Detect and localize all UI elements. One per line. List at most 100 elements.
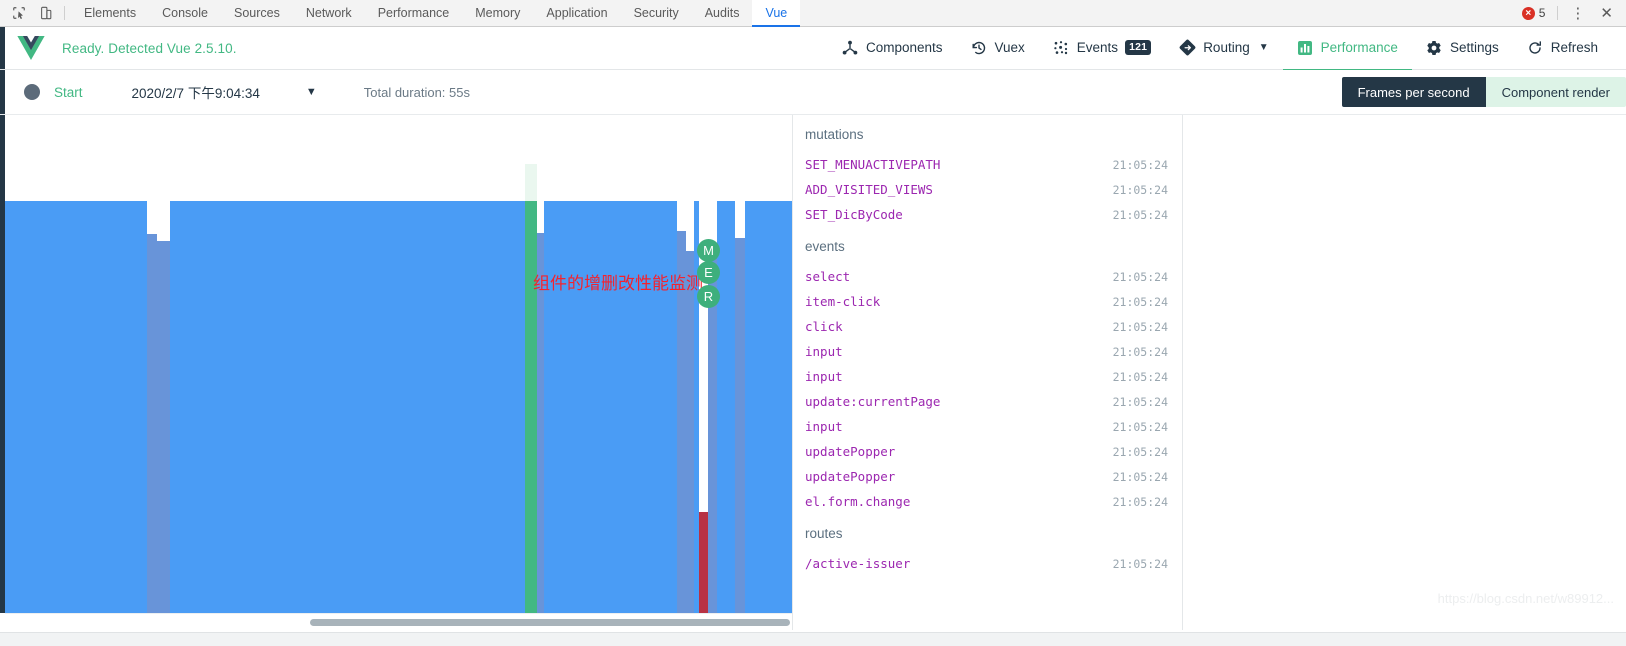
vue-nav-performance[interactable]: Performance: [1282, 27, 1412, 71]
timeline-marker-event[interactable]: E: [697, 261, 720, 284]
error-count-value: 5: [1538, 6, 1546, 20]
timeline-marker-route[interactable]: R: [697, 285, 720, 308]
list-item[interactable]: input 21:05:24: [793, 364, 1182, 389]
chart-horizontal-scrollbar[interactable]: [5, 613, 792, 630]
devtools-tab-audits[interactable]: Audits: [692, 0, 753, 27]
section-title-events: events: [805, 239, 845, 254]
vue-nav-refresh[interactable]: Refresh: [1513, 27, 1612, 71]
devtools-tab-elements[interactable]: Elements: [71, 0, 149, 27]
fps-bar[interactable]: [699, 512, 708, 613]
nav-label: Performance: [1320, 40, 1398, 55]
entry-name: input: [805, 419, 843, 434]
entry-timestamp: 21:05:24: [1112, 183, 1168, 197]
list-item[interactable]: ADD_VISITED_VIEWS 21:05:24: [793, 177, 1182, 202]
fps-bar[interactable]: [745, 201, 792, 613]
performance-sub-toolbar: Start 2020/2/7 下午9:04:34 ▼ Total duratio…: [0, 70, 1626, 115]
error-count-badge[interactable]: × 5: [1521, 6, 1546, 20]
fps-bar[interactable]: [157, 241, 170, 613]
gear-icon: [1426, 39, 1443, 56]
vue-nav-components[interactable]: Components: [828, 27, 957, 71]
entry-timestamp: 21:05:24: [1112, 470, 1168, 484]
fps-bar[interactable]: [170, 201, 525, 613]
list-item[interactable]: SET_DicByCode 21:05:24: [793, 202, 1182, 227]
vuex-time-travel-icon: [971, 39, 988, 56]
fps-bar[interactable]: [645, 201, 677, 613]
vue-devtools-header: Ready. Detected Vue 2.5.10. Components V…: [0, 27, 1626, 71]
vue-nav-vuex[interactable]: Vuex: [957, 27, 1039, 71]
kebab-menu-icon[interactable]: ⋮: [1567, 6, 1588, 21]
fps-bar[interactable]: [5, 201, 147, 613]
entry-name: SET_MENUACTIVEPATH: [805, 157, 941, 172]
devtools-tab-console[interactable]: Console: [149, 0, 221, 27]
vue-nav-events[interactable]: Events 121: [1039, 27, 1165, 71]
entry-name: update:currentPage: [805, 394, 941, 409]
entry-timestamp: 21:05:24: [1112, 270, 1168, 284]
chevron-down-icon[interactable]: ▼: [306, 86, 317, 98]
chevron-down-icon[interactable]: ▼: [1259, 42, 1269, 53]
entry-name: el.form.change: [805, 494, 911, 509]
tab-label: Audits: [704, 5, 740, 20]
devtools-tab-vue[interactable]: Vue: [752, 0, 801, 27]
fps-bar[interactable]: [735, 238, 745, 613]
entry-timestamp: 21:05:24: [1112, 445, 1168, 459]
vue-nav-settings[interactable]: Settings: [1412, 27, 1513, 71]
list-item[interactable]: item-click 21:05:24: [793, 289, 1182, 314]
list-item[interactable]: /active-issuer 21:05:24: [793, 551, 1182, 576]
nav-label: Settings: [1449, 40, 1499, 55]
section-title-mutations: mutations: [805, 127, 864, 142]
close-icon[interactable]: ✕: [1597, 6, 1616, 21]
device-toolbar-icon[interactable]: [37, 5, 54, 22]
tab-label: Vue: [765, 5, 788, 20]
entry-name: input: [805, 369, 843, 384]
inspect-element-icon[interactable]: [10, 5, 27, 22]
events-scatter-icon: [1053, 39, 1070, 56]
devtools-tabs: Elements Console Sources Network Perform…: [71, 0, 1522, 27]
fps-bar[interactable]: [544, 201, 645, 613]
performance-bars-icon: [1297, 39, 1314, 56]
fps-bar[interactable]: [147, 234, 157, 613]
session-select[interactable]: 2020/2/7 下午9:04:34 ▼: [132, 82, 317, 102]
entry-name: /active-issuer: [805, 556, 911, 571]
list-item[interactable]: input 21:05:24: [793, 414, 1182, 439]
list-item[interactable]: click 21:05:24: [793, 314, 1182, 339]
entry-name: updatePopper: [805, 444, 896, 459]
devtools-tab-security[interactable]: Security: [621, 0, 692, 27]
list-item[interactable]: updatePopper 21:05:24: [793, 464, 1182, 489]
nav-label: Events: [1076, 40, 1119, 55]
entry-name: click: [805, 319, 843, 334]
list-item[interactable]: update:currentPage 21:05:24: [793, 389, 1182, 414]
list-item[interactable]: el.form.change 21:05:24: [793, 489, 1182, 514]
vue-status-text: Ready. Detected Vue 2.5.10.: [62, 40, 237, 56]
timeline-marker-mutation[interactable]: M: [697, 239, 720, 262]
events-sidebar[interactable]: mutations SET_MENUACTIVEPATH 21:05:24 ADD_V…: [793, 115, 1183, 630]
devtools-tab-memory[interactable]: Memory: [462, 0, 533, 27]
total-duration-label: Total duration: 55s: [363, 84, 470, 100]
entry-timestamp: 21:05:24: [1112, 495, 1168, 509]
fps-bar[interactable]: [686, 251, 694, 613]
nav-label: Vuex: [994, 40, 1025, 55]
tab-label: Elements: [84, 5, 137, 20]
entry-name: updatePopper: [805, 469, 896, 484]
scrollbar-thumb[interactable]: [310, 619, 790, 626]
vue-nav-routing[interactable]: Routing ▼: [1165, 27, 1282, 71]
mode-component-render[interactable]: Component render: [1485, 77, 1626, 107]
list-item[interactable]: updatePopper 21:05:24: [793, 439, 1182, 464]
fps-chart-canvas[interactable]: 组件的增删改性能监测 M E R: [5, 115, 792, 613]
entry-timestamp: 21:05:24: [1112, 420, 1168, 434]
devtools-tab-network[interactable]: Network: [293, 0, 365, 27]
fps-bar[interactable]: [525, 201, 537, 613]
mode-frames-per-second[interactable]: Frames per second: [1341, 77, 1486, 107]
devtools-tab-application[interactable]: Application: [533, 0, 620, 27]
entry-timestamp: 21:05:24: [1112, 395, 1168, 409]
entry-timestamp: 21:05:24: [1112, 370, 1168, 384]
list-item[interactable]: SET_MENUACTIVEPATH 21:05:24: [793, 152, 1182, 177]
list-item[interactable]: select 21:05:24: [793, 264, 1182, 289]
start-recording-label[interactable]: Start: [54, 85, 83, 100]
record-dot-icon[interactable]: [24, 84, 40, 100]
list-item[interactable]: input 21:05:24: [793, 339, 1182, 364]
devtools-tab-performance[interactable]: Performance: [365, 0, 463, 27]
performance-main: 组件的增删改性能监测 M E R mutations SET_MENUACTIVEPAT…: [0, 115, 1626, 630]
fps-chart-pane[interactable]: 组件的增删改性能监测 M E R: [0, 115, 793, 630]
devtools-tab-sources[interactable]: Sources: [221, 0, 293, 27]
fps-bar[interactable]: [717, 201, 735, 613]
